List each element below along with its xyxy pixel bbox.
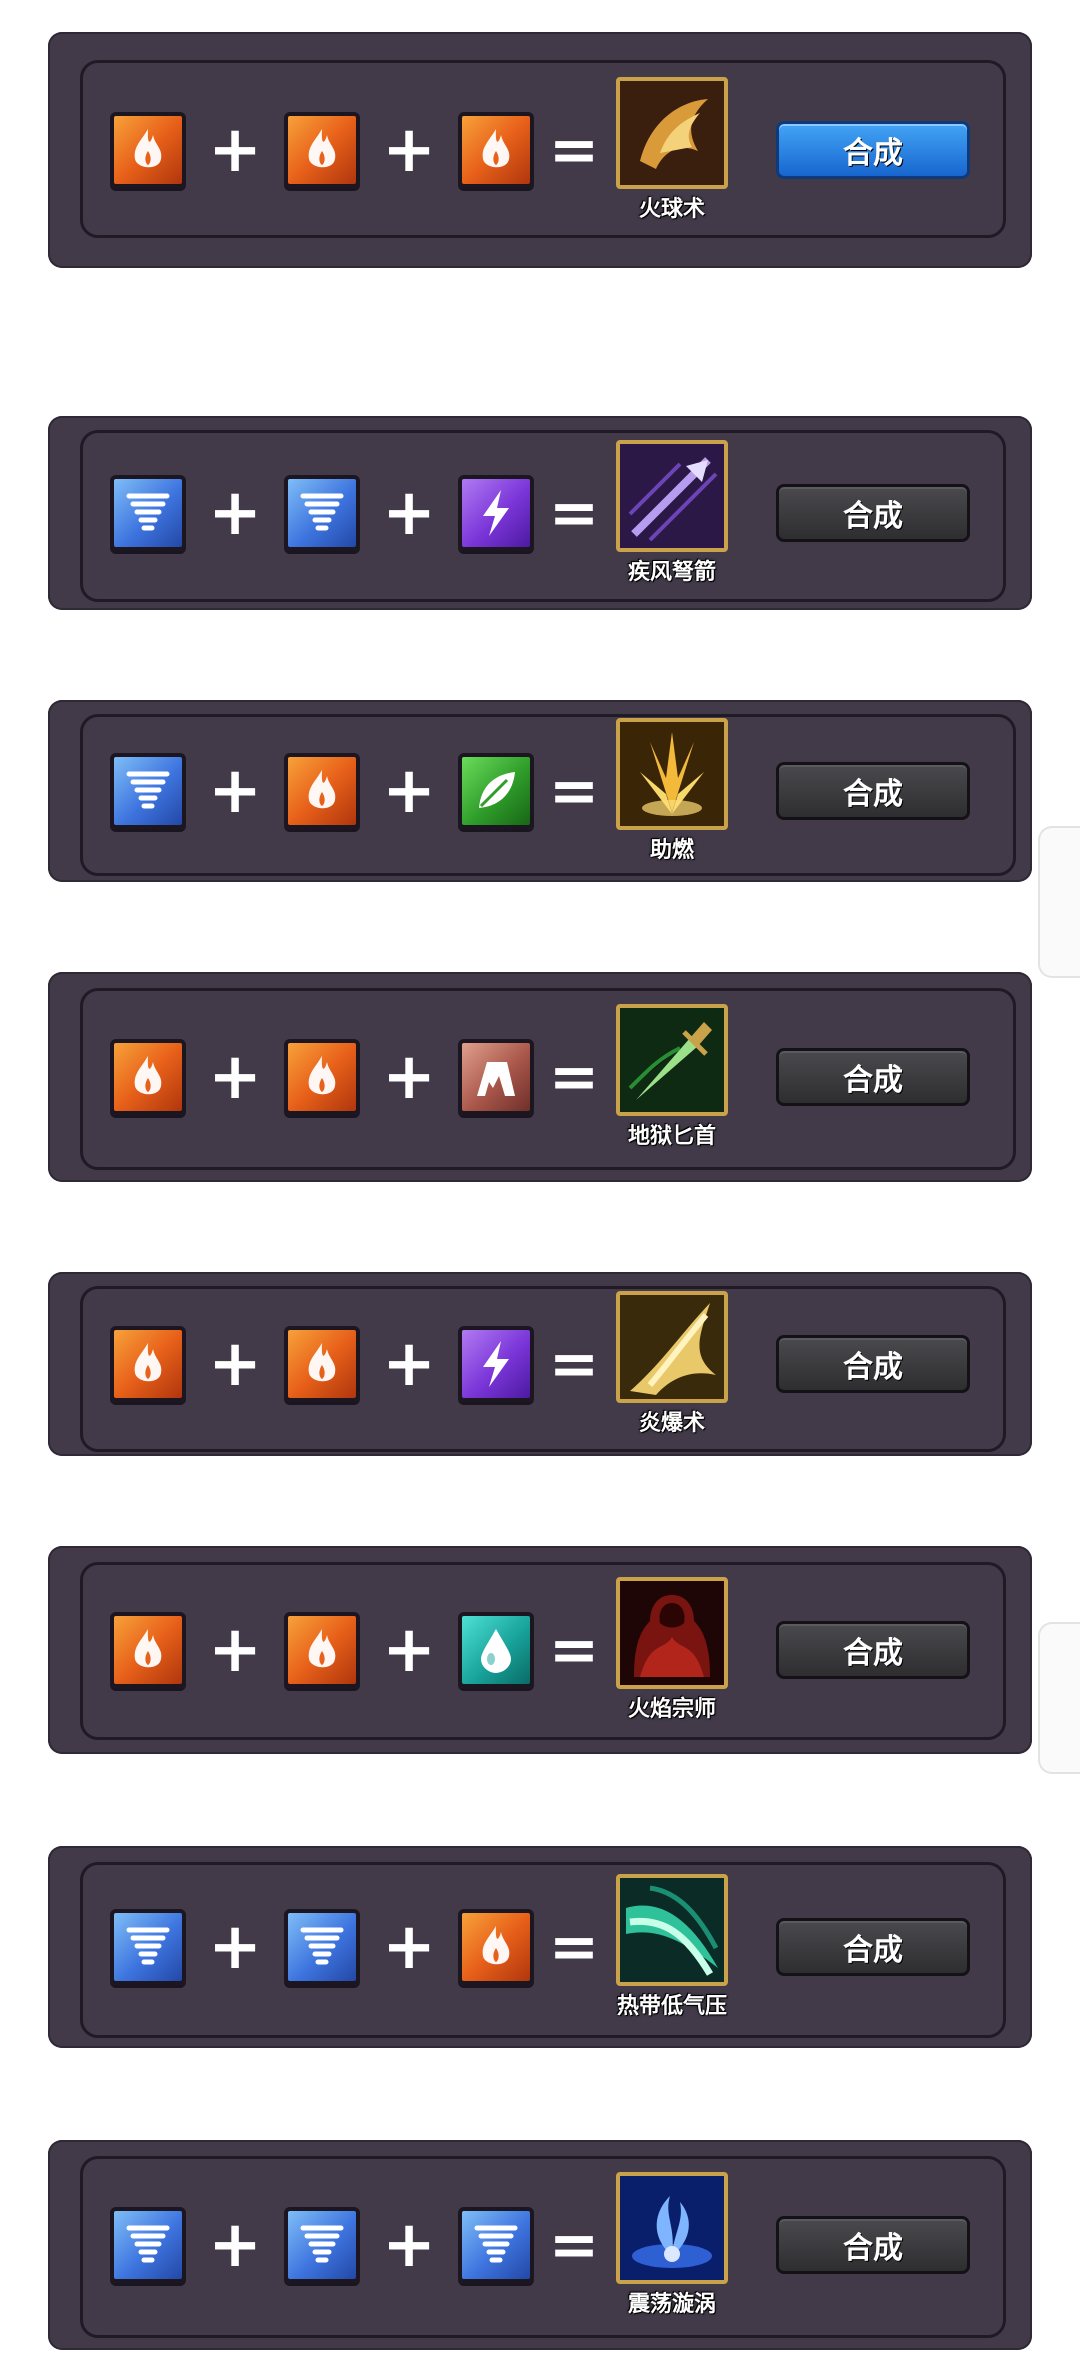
skill-result: 火球术 xyxy=(614,75,730,225)
equals-sign: = xyxy=(548,1912,600,1982)
synthesize-button[interactable]: 合成 xyxy=(776,762,970,820)
skill-result: 炎爆术 xyxy=(614,1289,730,1439)
fire-gem-icon xyxy=(284,1039,360,1115)
fire-gem-icon xyxy=(458,1909,534,1985)
plus-sign: + xyxy=(382,113,436,187)
plus-sign: + xyxy=(208,476,262,550)
fireball-icon xyxy=(616,77,728,189)
side-edge-tab[interactable] xyxy=(1038,826,1080,978)
equals-sign: = xyxy=(548,2210,600,2280)
recipe-card: + + = 助燃 合成 xyxy=(48,700,1032,882)
equals-sign: = xyxy=(548,478,600,548)
skill-name: 热带低气压 xyxy=(616,1994,727,2019)
recipe-card: + + = 火焰宗师 合成 xyxy=(48,1546,1032,1754)
fire-gem-icon xyxy=(110,1326,186,1402)
fire-gem-icon xyxy=(284,1326,360,1402)
recipe-card: + + = 炎爆术 合成 xyxy=(48,1272,1032,1456)
synthesize-button[interactable]: 合成 xyxy=(776,1335,970,1393)
skill-result: 地狱匕首 xyxy=(614,1002,730,1152)
plus-sign: + xyxy=(208,754,262,828)
plus-sign: + xyxy=(208,1910,262,1984)
skill-result: 疾风弩箭 xyxy=(614,438,730,588)
plus-sign: + xyxy=(208,1327,262,1401)
plus-sign: + xyxy=(382,476,436,550)
skill-result: 震荡漩涡 xyxy=(614,2170,730,2320)
water-gem-icon xyxy=(458,1612,534,1688)
gale-arrow-icon xyxy=(616,440,728,552)
recipe-row: + + = 助燃 合成 xyxy=(110,700,970,882)
fire-gem-icon xyxy=(284,112,360,188)
hell-dagger-icon xyxy=(616,1004,728,1116)
recipe-card: + + = 火球术 合成 xyxy=(48,32,1032,268)
fire-gem-icon xyxy=(458,112,534,188)
recipe-row: + + = 震荡漩涡 合成 xyxy=(110,2140,970,2350)
wind-gem-icon xyxy=(284,2207,360,2283)
synthesize-button[interactable]: 合成 xyxy=(776,1918,970,1976)
recipe-row: + + = 火球术 合成 xyxy=(110,32,970,268)
wind-gem-icon xyxy=(110,2207,186,2283)
synthesize-button[interactable]: 合成 xyxy=(776,1621,970,1679)
equals-sign: = xyxy=(548,1615,600,1685)
equals-sign: = xyxy=(548,1042,600,1112)
skill-name: 炎爆术 xyxy=(638,1411,705,1436)
synthesize-button[interactable]: 合成 xyxy=(776,1048,970,1106)
skill-result: 助燃 xyxy=(614,716,730,866)
recipe-row: + + = 炎爆术 合成 xyxy=(110,1272,970,1456)
pyroblast-icon xyxy=(616,1291,728,1403)
plus-sign: + xyxy=(382,1040,436,1114)
thunder-gem-icon xyxy=(458,475,534,551)
plus-sign: + xyxy=(382,1910,436,1984)
tropical-depression-icon xyxy=(616,1874,728,1986)
side-edge-tab[interactable] xyxy=(1038,1622,1080,1774)
thunder-gem-icon xyxy=(458,1326,534,1402)
skill-name: 震荡漩涡 xyxy=(627,2292,716,2317)
wind-gem-icon xyxy=(284,1909,360,1985)
shock-vortex-icon xyxy=(616,2172,728,2284)
equals-sign: = xyxy=(548,756,600,826)
plus-sign: + xyxy=(208,1613,262,1687)
skill-name: 火球术 xyxy=(638,197,705,222)
recipe-row: + + = 火焰宗师 合成 xyxy=(110,1546,970,1754)
wind-gem-icon xyxy=(110,753,186,829)
wind-gem-icon xyxy=(458,2207,534,2283)
fire-gem-icon xyxy=(110,1612,186,1688)
recipe-row: + + = 热带低气压 合成 xyxy=(110,1846,970,2048)
equals-sign: = xyxy=(548,115,600,185)
skill-result: 火焰宗师 xyxy=(614,1575,730,1725)
skill-result: 热带低气压 xyxy=(614,1872,730,2022)
fire-gem-icon xyxy=(110,112,186,188)
skill-name: 火焰宗师 xyxy=(627,1697,716,1722)
plus-sign: + xyxy=(208,2208,262,2282)
skill-name: 助燃 xyxy=(649,838,694,863)
nature-gem-icon xyxy=(458,753,534,829)
synthesize-button[interactable]: 合成 xyxy=(776,121,970,179)
recipe-card: + + = 震荡漩涡 合成 xyxy=(48,2140,1032,2350)
flame-master-icon xyxy=(616,1577,728,1689)
recipe-card: + + = 疾风弩箭 合成 xyxy=(48,416,1032,610)
wind-gem-icon xyxy=(110,475,186,551)
equals-sign: = xyxy=(548,1329,600,1399)
fire-gem-icon xyxy=(284,1612,360,1688)
combustion-icon xyxy=(616,718,728,830)
skill-name: 疾风弩箭 xyxy=(627,560,716,585)
earth-gem-icon xyxy=(458,1039,534,1115)
skill-name: 地狱匕首 xyxy=(627,1124,716,1149)
recipe-row: + + = 地狱匕首 合成 xyxy=(110,972,970,1182)
recipe-card: + + = 地狱匕首 合成 xyxy=(48,972,1032,1182)
synthesize-button[interactable]: 合成 xyxy=(776,2216,970,2274)
plus-sign: + xyxy=(208,113,262,187)
recipe-row: + + = 疾风弩箭 合成 xyxy=(110,416,970,610)
fire-gem-icon xyxy=(284,753,360,829)
plus-sign: + xyxy=(382,2208,436,2282)
wind-gem-icon xyxy=(284,475,360,551)
recipe-card: + + = 热带低气压 合成 xyxy=(48,1846,1032,2048)
synthesize-button[interactable]: 合成 xyxy=(776,484,970,542)
wind-gem-icon xyxy=(110,1909,186,1985)
plus-sign: + xyxy=(382,754,436,828)
fire-gem-icon xyxy=(110,1039,186,1115)
plus-sign: + xyxy=(208,1040,262,1114)
plus-sign: + xyxy=(382,1613,436,1687)
plus-sign: + xyxy=(382,1327,436,1401)
